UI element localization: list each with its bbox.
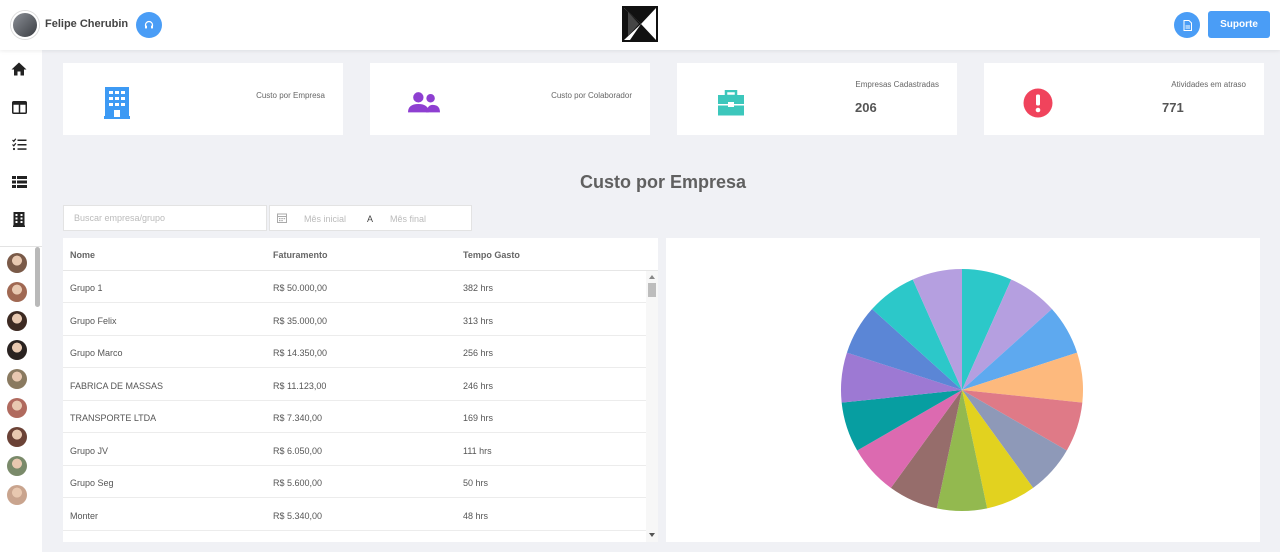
table-row[interactable]: Grupo Felix R$ 35.000,00 313 hrs <box>63 304 646 336</box>
end-month-input[interactable] <box>390 210 450 227</box>
cell-tempo: 111 hrs <box>463 445 492 456</box>
contact-avatar[interactable] <box>7 282 27 302</box>
card-value: 206 <box>855 100 877 115</box>
document-button[interactable] <box>1174 12 1200 38</box>
headset-icon <box>144 20 154 29</box>
contact-avatar[interactable] <box>7 369 27 389</box>
cell-faturamento: R$ 11.123,00 <box>273 380 327 391</box>
pie-chart <box>841 269 1083 512</box>
checklist-icon[interactable] <box>10 135 28 153</box>
table-header: Nome Faturamento Tempo Gasto <box>63 238 658 271</box>
table-row[interactable]: Grupo 1 R$ 50.000,00 382 hrs <box>63 271 646 303</box>
cell-nome: Grupo 1 <box>70 283 103 293</box>
date-separator: A <box>367 214 374 224</box>
cell-nome: Grupo Felix <box>70 315 117 326</box>
contact-avatar[interactable] <box>7 311 27 331</box>
company-cost-table: Nome Faturamento Tempo Gasto Grupo 1 R$ 5… <box>63 238 658 542</box>
user-name[interactable]: Felipe Cherubin <box>45 18 128 30</box>
cell-tempo: 382 hrs <box>463 283 494 293</box>
headset-button[interactable] <box>136 12 162 38</box>
cell-nome: Grupo JV <box>70 445 109 456</box>
cell-tempo: 246 hrs <box>463 380 494 391</box>
scroll-down-icon[interactable] <box>649 533 655 537</box>
calendar-icon <box>277 213 287 223</box>
home-icon[interactable] <box>10 60 28 78</box>
column-header-faturamento[interactable]: Faturamento <box>273 250 328 260</box>
card-custo-colaborador[interactable]: Custo por Colaborador <box>370 63 650 135</box>
table-row[interactable]: Grupo JV R$ 6.050,00 111 hrs <box>63 434 646 466</box>
date-range-picker[interactable]: A <box>269 205 472 231</box>
cell-tempo: 48 hrs <box>463 510 489 521</box>
table-row[interactable]: Grupo Seg R$ 5.600,00 50 hrs <box>63 466 646 498</box>
contact-avatar[interactable] <box>7 398 27 418</box>
scroll-thumb[interactable] <box>648 283 656 297</box>
card-custo-empresa[interactable]: Custo por Empresa <box>63 63 343 135</box>
card-empresas-cadastradas[interactable]: Empresas Cadastradas 206 <box>677 63 957 135</box>
cell-faturamento: R$ 35.000,00 <box>273 315 328 326</box>
cell-faturamento: R$ 7.340,00 <box>273 413 323 423</box>
contact-avatar[interactable] <box>7 340 27 360</box>
card-label: Empresas Cadastradas <box>855 80 939 89</box>
users-icon <box>408 87 440 119</box>
table-row[interactable]: FABRICA DE MASSAS R$ 11.123,00 246 hrs <box>63 369 646 401</box>
contact-avatar[interactable] <box>7 485 27 505</box>
card-label: Custo por Empresa <box>256 91 325 100</box>
top-header: Felipe Cherubin Suporte <box>0 0 1280 50</box>
cell-faturamento: R$ 5.340,00 <box>273 510 323 521</box>
card-value: 771 <box>1162 100 1184 115</box>
cell-tempo: 313 hrs <box>463 315 494 326</box>
cell-faturamento: R$ 50.000,00 <box>273 283 328 293</box>
cell-faturamento: R$ 14.350,00 <box>273 348 328 358</box>
cell-tempo: 256 hrs <box>463 348 494 358</box>
contact-avatar[interactable] <box>7 456 27 476</box>
support-button[interactable]: Suporte <box>1208 11 1270 38</box>
card-atividades-atraso[interactable]: Atividades em atraso 771 <box>984 63 1264 135</box>
cell-nome: TRANSPORTE LTDA <box>70 413 157 423</box>
scroll-up-icon[interactable] <box>649 275 655 279</box>
cell-nome: Monter <box>70 510 99 521</box>
columns-icon[interactable] <box>10 98 28 116</box>
card-label: Custo por Colaborador <box>551 91 632 100</box>
cell-nome: Grupo Marco <box>70 348 123 358</box>
start-month-input[interactable] <box>304 210 364 227</box>
user-avatar[interactable] <box>11 11 39 39</box>
pie-chart-panel <box>666 238 1260 542</box>
alert-icon <box>1022 87 1054 119</box>
table-scrollbar[interactable] <box>646 271 658 542</box>
cell-tempo: 50 hrs <box>463 478 489 488</box>
building-nav-icon[interactable] <box>10 210 28 228</box>
card-label: Atividades em atraso <box>1171 80 1246 89</box>
section-title: Custo por Empresa <box>579 172 747 192</box>
sidebar <box>0 50 42 552</box>
cell-faturamento: R$ 5.600,00 <box>273 478 323 488</box>
sidebar-scrollbar[interactable] <box>35 247 40 307</box>
column-header-tempo[interactable]: Tempo Gasto <box>463 250 520 260</box>
document-icon <box>1183 19 1192 31</box>
cell-nome: Grupo Seg <box>70 478 114 488</box>
cell-faturamento: R$ 6.050,00 <box>273 445 323 456</box>
brand-logo <box>622 6 658 42</box>
briefcase-icon <box>715 87 747 119</box>
table-row[interactable]: Grupo Marco R$ 14.350,00 256 hrs <box>63 336 646 368</box>
column-header-nome[interactable]: Nome <box>70 250 95 260</box>
contact-avatar[interactable] <box>7 253 27 273</box>
cell-tempo: 169 hrs <box>463 413 494 423</box>
cell-nome: FABRICA DE MASSAS <box>70 380 164 391</box>
list-icon[interactable] <box>10 173 28 191</box>
contact-avatar[interactable] <box>7 427 27 447</box>
search-input[interactable] <box>63 205 267 231</box>
building-icon <box>101 87 133 119</box>
table-row[interactable]: TRANSPORTE LTDA R$ 7.340,00 169 hrs <box>63 401 646 433</box>
table-row[interactable]: Monter R$ 5.340,00 48 hrs <box>63 499 646 531</box>
